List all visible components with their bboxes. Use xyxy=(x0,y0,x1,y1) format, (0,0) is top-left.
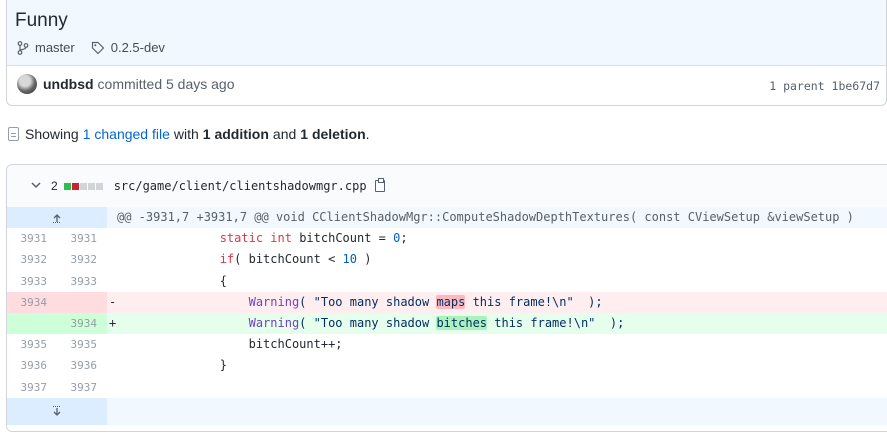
file-diff-icon xyxy=(8,127,19,141)
old-line-number[interactable]: 3933 xyxy=(7,271,57,292)
new-line-number[interactable]: 3936 xyxy=(57,355,107,376)
diffstat-block xyxy=(63,182,71,190)
code-text: ( bitchCount < xyxy=(234,252,343,267)
deleted-line: 3934 - Warning( "Too many shadow maps th… xyxy=(7,291,887,313)
commit-refs: master 0.2.5-dev xyxy=(17,40,181,55)
old-line-number[interactable] xyxy=(7,312,57,335)
code-function: Warning xyxy=(248,315,300,330)
diff-line: 3936 3936 } xyxy=(7,355,887,376)
diff-table: @@ -3931,7 +3931,7 @@ void CClientShadow… xyxy=(7,207,887,425)
code-text: bitchCount++; xyxy=(248,337,343,352)
code-string: ( "Too many shadow xyxy=(299,315,437,330)
expand-up-icon xyxy=(53,213,61,223)
code-number: 10 xyxy=(342,252,357,267)
code-keyword: if xyxy=(219,252,235,267)
additions-count: 1 addition xyxy=(202,126,269,142)
added-word: bitches xyxy=(436,315,488,330)
summary-period: . xyxy=(365,126,370,142)
expand-down-icon xyxy=(53,406,61,417)
new-line-number[interactable]: 3935 xyxy=(57,334,107,355)
new-line-number[interactable]: 3932 xyxy=(57,249,107,270)
old-line-number[interactable]: 3937 xyxy=(7,377,57,398)
clipboard-icon[interactable] xyxy=(374,178,385,192)
code-keyword: int xyxy=(270,231,292,246)
diff-sign: + xyxy=(109,315,117,330)
old-line-number[interactable]: 3934 xyxy=(7,291,57,313)
diff-line: 3937 3937 xyxy=(7,377,887,398)
diffstat-block xyxy=(71,182,79,190)
diffstat-block xyxy=(95,182,103,190)
branch-name: master xyxy=(35,40,75,55)
commit-header: Funny master 0.2.5-dev undbsd committed … xyxy=(6,0,887,106)
expand-up-button[interactable] xyxy=(7,207,107,229)
new-line-number[interactable]: 3937 xyxy=(57,377,107,398)
diff-summary: Showing 1 changed file with 1 addition a… xyxy=(8,126,370,142)
avatar[interactable] xyxy=(17,74,37,94)
changed-files-link[interactable]: 1 changed file xyxy=(83,126,170,142)
file-path[interactable]: src/game/client/clientshadowmgr.cpp xyxy=(114,179,367,193)
file-header: 2 src/game/client/clientshadowmgr.cpp xyxy=(7,165,887,208)
old-line-number[interactable]: 3931 xyxy=(7,228,57,249)
code-string: ( "Too many shadow xyxy=(299,294,437,309)
commit-title-area: Funny master 0.2.5-dev xyxy=(7,0,886,66)
code-string: this frame!\n" ); xyxy=(487,315,625,330)
code-string: this frame!\n" ); xyxy=(465,294,603,309)
diff-line: 3933 3933 { xyxy=(7,271,887,292)
expand-footer xyxy=(7,397,887,425)
removed-word: maps xyxy=(436,294,466,309)
added-line: 3934 + Warning( "Too many shadow bitches… xyxy=(7,312,887,335)
summary-prefix: Showing xyxy=(25,126,79,142)
commit-meta: undbsd committed 5 days ago xyxy=(17,74,235,94)
expand-footer-bar xyxy=(107,397,887,425)
file-diff: 2 src/game/client/clientshadowmgr.cpp @@… xyxy=(6,164,887,432)
parent-commit[interactable]: 1 parent 1be67d7 xyxy=(769,79,880,93)
code-function: Warning xyxy=(248,294,300,309)
branch-ref[interactable]: master xyxy=(17,40,75,55)
diff-line: 3935 3935 bitchCount++; xyxy=(7,334,887,355)
old-line-number[interactable]: 3936 xyxy=(7,355,57,376)
old-line-number[interactable]: 3935 xyxy=(7,334,57,355)
new-line-number[interactable]: 3934 xyxy=(57,312,107,335)
new-line-number[interactable]: 3931 xyxy=(57,228,107,249)
commit-title: Funny xyxy=(15,10,68,31)
hunk-text: @@ -3931,7 +3931,7 @@ void CClientShadow… xyxy=(107,207,887,229)
new-line-number[interactable] xyxy=(57,291,107,313)
diff-line: 3931 3931 static int bitchCount = 0; xyxy=(7,228,887,249)
code-text: ) xyxy=(356,252,372,267)
chevron-down-icon[interactable] xyxy=(31,180,41,192)
author-link[interactable]: undbsd xyxy=(43,76,94,92)
diff-line: 3932 3932 if( bitchCount < 10 ) xyxy=(7,249,887,270)
diffstat xyxy=(63,182,104,190)
diffstat-block xyxy=(79,182,87,190)
tag-name: 0.2.5-dev xyxy=(110,40,165,55)
code-text: { xyxy=(219,273,227,288)
change-count: 2 xyxy=(51,179,58,193)
tag-ref[interactable]: 0.2.5-dev xyxy=(91,40,165,55)
new-line-number[interactable]: 3933 xyxy=(57,271,107,292)
branch-icon xyxy=(17,40,29,55)
code-text: } xyxy=(219,358,227,373)
diffstat-block xyxy=(87,182,95,190)
summary-with: with xyxy=(173,126,199,142)
summary-and: and xyxy=(272,126,297,142)
code-text: bitchCount = xyxy=(291,231,394,246)
tag-icon xyxy=(91,41,104,54)
diff-sign: - xyxy=(109,294,117,309)
deletions-count: 1 deletion xyxy=(300,126,366,142)
expand-down-button[interactable] xyxy=(7,397,107,425)
old-line-number[interactable]: 3932 xyxy=(7,249,57,270)
code-text: ; xyxy=(400,231,408,246)
code-keyword: static xyxy=(219,231,264,246)
commit-action: committed 5 days ago xyxy=(97,76,235,92)
hunk-header: @@ -3931,7 +3931,7 @@ void CClientShadow… xyxy=(7,207,887,229)
